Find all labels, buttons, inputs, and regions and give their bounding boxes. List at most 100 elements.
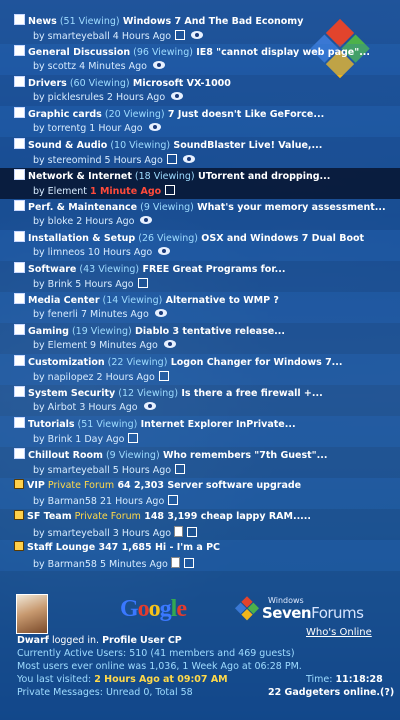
last-thread-link[interactable]: Windows 7 And The Bad Economy [120, 16, 304, 27]
last-thread-link[interactable]: 7 Just doesn't Like GeForce... [165, 109, 324, 120]
new-post-icon[interactable] [183, 558, 194, 568]
forum-name-link[interactable]: Graphic cards [28, 109, 102, 120]
forum-name-link[interactable]: News [28, 16, 57, 27]
whos-online-link[interactable]: Who's Online [306, 627, 372, 638]
author-link[interactable]: by napilopez [33, 372, 97, 383]
forum-row[interactable]: News (51 Viewing) Windows 7 And The Bad … [0, 13, 400, 44]
gadgeteers-online[interactable]: 22 Gadgeters online.(?) [268, 687, 394, 698]
forum-name-link[interactable]: Installation & Setup [28, 233, 135, 244]
eye-icon[interactable] [152, 61, 165, 69]
forum-name-link[interactable]: SF Team [27, 511, 72, 522]
forum-row[interactable]: System Security (12 Viewing) Is there a … [0, 385, 400, 416]
last-thread-link[interactable]: IE8 "cannot display web page"... [193, 47, 370, 58]
eye-icon[interactable] [140, 216, 153, 224]
eye-icon[interactable] [143, 402, 156, 410]
author-link[interactable]: by smarteyeball [33, 31, 113, 42]
forum-name-link[interactable]: Network & Internet [28, 171, 132, 182]
author-link[interactable]: by Barman58 [33, 496, 100, 507]
forum-name-link[interactable]: Perf. & Maintenance [28, 202, 137, 213]
avatar[interactable] [16, 594, 48, 634]
forum-row[interactable]: Chillout Room (9 Viewing) Who remembers … [0, 447, 400, 478]
author-link[interactable]: by bloke [33, 216, 76, 227]
eye-icon[interactable] [158, 247, 171, 255]
new-post-icon[interactable] [137, 278, 148, 288]
author-link[interactable]: by scottz [33, 61, 79, 72]
eye-icon[interactable] [154, 309, 167, 317]
sevenforums-logo[interactable]: Windows SevenForums [234, 596, 388, 624]
last-thread-link[interactable]: Internet Explorer InPrivate... [137, 419, 296, 430]
forum-name-link[interactable]: VIP [27, 480, 45, 491]
forum-row[interactable]: Network & Internet (18 Viewing) UTorrent… [0, 168, 400, 199]
forum-name-link[interactable]: Sound & Audio [28, 140, 107, 151]
new-post-icon[interactable] [168, 495, 179, 505]
forum-name-link[interactable]: Staff Lounge [27, 542, 95, 553]
author-link[interactable]: by Brink [33, 434, 75, 445]
forum-row[interactable]: Media Center (14 Viewing) Alternative to… [0, 292, 400, 323]
last-thread-link[interactable]: Server software upgrade [164, 480, 301, 491]
forum-name-link[interactable]: Gaming [28, 326, 69, 337]
new-post-icon[interactable] [175, 30, 186, 40]
forum-name-link[interactable]: Software [28, 264, 76, 275]
author-link[interactable]: by Element [33, 340, 90, 351]
forum-row[interactable]: Perf. & Maintenance (9 Viewing) What's y… [0, 199, 400, 230]
new-post-icon[interactable] [165, 185, 176, 195]
eye-icon[interactable] [163, 340, 176, 348]
forum-row[interactable]: SF Team Private Forum 148 3,199 cheap la… [0, 509, 400, 540]
forum-row[interactable]: General Discussion (96 Viewing) IE8 "can… [0, 44, 400, 75]
forum-name-link[interactable]: System Security [28, 388, 115, 399]
author-link[interactable]: by Barman58 [33, 559, 100, 570]
last-thread-link[interactable]: Is there a free firewall +... [178, 388, 322, 399]
last-thread-link[interactable]: Microsoft VX-1000 [130, 78, 231, 89]
last-thread-link[interactable]: SoundBlaster Live! Value,... [170, 140, 322, 151]
forum-name-link[interactable]: Media Center [28, 295, 100, 306]
last-thread-link[interactable]: Who remembers "7th Guest"... [160, 450, 328, 461]
forum-row[interactable]: Gaming (19 Viewing) Diablo 3 tentative r… [0, 323, 400, 354]
last-thread-link[interactable]: Diablo 3 tentative release... [132, 326, 285, 337]
forum-row[interactable]: Graphic cards (20 Viewing) 7 Just doesn'… [0, 106, 400, 137]
new-post-icon[interactable] [128, 433, 139, 443]
author-link[interactable]: by picklesrules [33, 92, 107, 103]
new-post-icon[interactable] [158, 371, 169, 381]
author-link[interactable]: by smarteyeball [33, 465, 113, 476]
author-link[interactable]: by stereomind [33, 155, 105, 166]
new-post-icon[interactable] [175, 464, 186, 474]
forum-row[interactable]: Software (43 Viewing) FREE Great Program… [0, 261, 400, 292]
forum-row[interactable]: Drivers (60 Viewing) Microsoft VX-1000 by… [0, 75, 400, 106]
new-post-icon[interactable] [166, 154, 177, 164]
forum-name-link[interactable]: Tutorials [28, 419, 75, 430]
last-thread-link[interactable]: Hi - I'm a PC [152, 542, 220, 553]
author-link[interactable]: by Brink [33, 279, 75, 290]
forum-row[interactable]: VIP Private Forum 64 2,303 Server softwa… [0, 478, 400, 509]
author-link[interactable]: by torrentg [33, 123, 89, 134]
last-thread-link[interactable]: Logon Changer for Windows 7... [167, 357, 343, 368]
eye-icon[interactable] [191, 31, 204, 39]
forum-row[interactable]: Staff Lounge 347 1,685 Hi - I'm a PC by B… [0, 540, 400, 571]
last-thread-link[interactable]: Alternative to WMP ? [162, 295, 279, 306]
forum-name-link[interactable]: Chillout Room [28, 450, 103, 461]
private-messages-text[interactable]: Private Messages: Unread 0, Total 58 [17, 687, 193, 698]
last-thread-link[interactable]: What's your memory assessment... [194, 202, 385, 213]
forum-row[interactable]: Installation & Setup (26 Viewing) OSX an… [0, 230, 400, 261]
author-link[interactable]: by limneos [33, 247, 88, 258]
profile-link[interactable]: Profile [102, 635, 137, 646]
last-thread-link[interactable]: cheap lappy RAM..... [197, 511, 311, 522]
last-thread-link[interactable]: FREE Great Programs for... [139, 264, 285, 275]
last-thread-link[interactable]: UTorrent and dropping... [195, 171, 330, 182]
forum-name-link[interactable]: General Discussion [28, 47, 130, 58]
eye-icon[interactable] [148, 123, 161, 131]
author-link[interactable]: by fenerli [33, 309, 81, 320]
new-post-icon[interactable] [187, 527, 198, 537]
username-link[interactable]: Dwarf [17, 635, 49, 646]
user-cp-link[interactable]: User CP [140, 635, 182, 646]
document-icon[interactable] [170, 557, 180, 568]
forum-row[interactable]: Customization (22 Viewing) Logon Changer… [0, 354, 400, 385]
author-link[interactable]: by Element [33, 186, 90, 197]
forum-row[interactable]: Sound & Audio (10 Viewing) SoundBlaster … [0, 137, 400, 168]
forum-name-link[interactable]: Customization [28, 357, 105, 368]
author-link[interactable]: by Airbot [33, 402, 79, 413]
eye-icon[interactable] [171, 92, 184, 100]
document-icon[interactable] [174, 526, 184, 537]
author-link[interactable]: by smarteyeball [33, 528, 113, 539]
forum-row[interactable]: Tutorials (51 Viewing) Internet Explorer… [0, 416, 400, 447]
eye-icon[interactable] [182, 155, 195, 163]
